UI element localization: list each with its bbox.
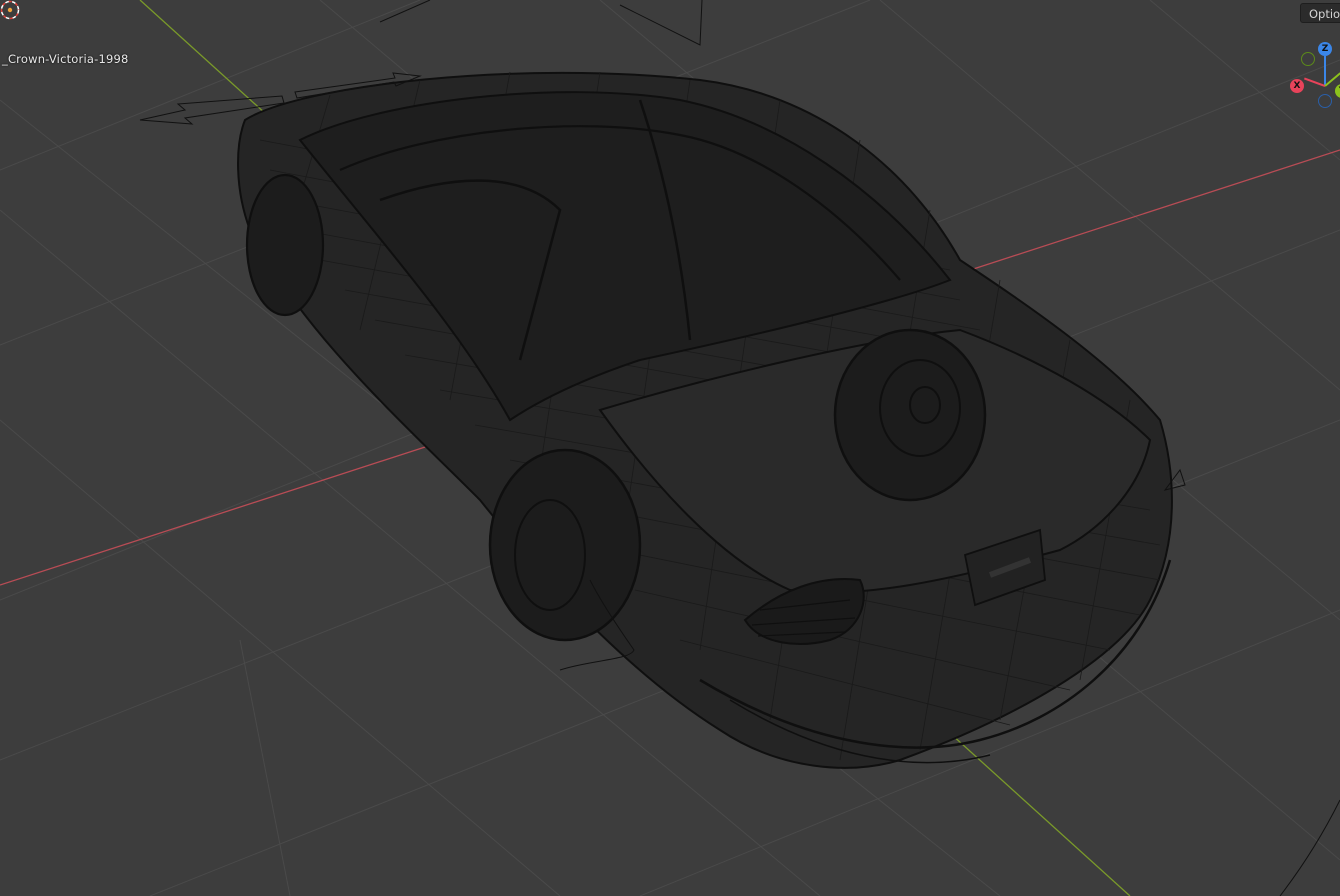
viewport-canvas[interactable] — [0, 0, 1340, 896]
3d-viewport[interactable]: _Crown-Victoria-1998 Optio Z X Y — [0, 0, 1340, 896]
gizmo-x-axis[interactable]: X — [1290, 79, 1304, 93]
gizmo-neg-z-axis[interactable] — [1318, 94, 1332, 108]
gizmo-y-axis[interactable]: Y — [1335, 84, 1340, 98]
gizmo-z-axis[interactable]: Z — [1318, 42, 1332, 56]
gizmo-neg-y-axis[interactable] — [1301, 52, 1315, 66]
navigation-gizmo[interactable]: Z X Y — [1285, 38, 1340, 118]
3d-cursor-icon[interactable] — [0, 0, 20, 20]
options-button[interactable]: Optio — [1300, 3, 1340, 23]
active-object-name: _Crown-Victoria-1998 — [2, 52, 129, 66]
gizmo-x-line — [1303, 77, 1326, 87]
car-wireframe — [237, 71, 1173, 769]
gizmo-z-line — [1324, 56, 1326, 86]
